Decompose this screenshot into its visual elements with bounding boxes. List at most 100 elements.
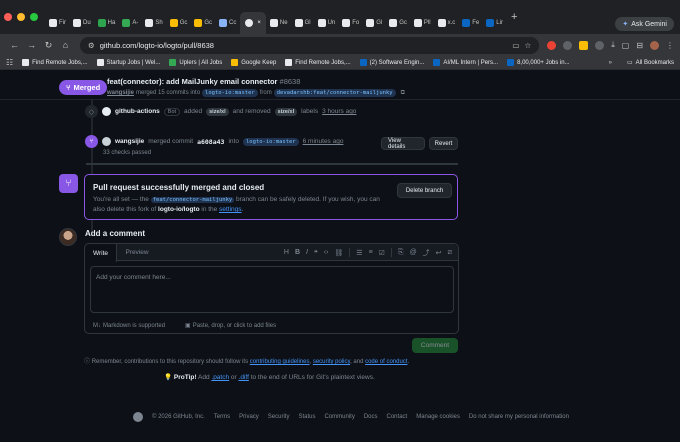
new-tab-button[interactable]: + xyxy=(511,11,517,23)
merge-event-time[interactable]: 6 minutes ago xyxy=(303,138,344,145)
bookmark-star-icon[interactable]: ☆ xyxy=(524,41,531,50)
contributing-guidelines-link[interactable]: contributing guidelines xyxy=(250,359,310,365)
patch-link[interactable]: .patch xyxy=(211,374,229,381)
wangsijie-avatar[interactable] xyxy=(102,137,111,146)
revert-button[interactable]: Revert xyxy=(429,137,458,150)
copy-icon[interactable]: ⧉ xyxy=(401,90,405,97)
github-actions-link[interactable]: github-actions xyxy=(115,108,160,115)
added-label-tag[interactable]: size/xl xyxy=(206,107,229,116)
footer-link[interactable]: Do not share my personal information xyxy=(469,414,569,420)
browser-tab[interactable]: Un xyxy=(315,12,339,34)
bookmark-item[interactable]: Find Remote Jobs,... xyxy=(22,59,88,66)
browser-tab[interactable]: Ha xyxy=(95,12,119,34)
browser-tab[interactable]: Ne xyxy=(267,12,291,34)
browser-tab[interactable]: Cc xyxy=(216,12,239,34)
browser-tab[interactable]: Fo xyxy=(339,12,362,34)
footer-link[interactable]: Docs xyxy=(364,414,378,420)
code-of-conduct-link[interactable]: code of conduct xyxy=(365,359,407,365)
cast-icon[interactable]: ▢ xyxy=(622,41,630,50)
attach-icon[interactable]: ⎘ xyxy=(398,249,404,257)
reload-icon[interactable]: ↻ xyxy=(40,40,57,51)
site-info-icon[interactable]: ⚙ xyxy=(88,41,95,50)
delete-branch-button[interactable]: Delete branch xyxy=(397,183,452,198)
more-bookmarks-icon[interactable]: » xyxy=(609,60,612,66)
home-icon[interactable]: ⌂ xyxy=(57,40,74,50)
browser-tab[interactable]: x.c xyxy=(435,12,459,34)
base-branch[interactable]: logto-io:master xyxy=(202,89,258,97)
footer-link[interactable]: Terms xyxy=(214,414,230,420)
footer-link[interactable]: Manage cookies xyxy=(416,414,460,420)
ask-gemini-button[interactable]: ✦ Ask Gemini xyxy=(615,17,674,31)
browser-tab[interactable]: Gc xyxy=(386,12,410,34)
bookmark-item[interactable]: (2) Software Engin... xyxy=(359,59,424,66)
menu-icon[interactable]: ⋮ xyxy=(666,41,674,50)
view-details-button[interactable]: View details xyxy=(381,137,425,150)
removed-label-tag[interactable]: size/xl xyxy=(274,107,298,116)
split-icon[interactable]: ⊟ xyxy=(636,41,643,50)
numbered-list-icon[interactable]: ☰ xyxy=(356,249,362,257)
italic-icon[interactable]: I xyxy=(306,249,308,256)
checks-passed[interactable]: 33 checks passed xyxy=(103,150,151,156)
back-icon[interactable]: ← xyxy=(6,40,23,50)
maximize-window-button[interactable] xyxy=(30,13,38,21)
diff-link[interactable]: .diff xyxy=(239,374,249,381)
address-bar[interactable]: ⚙ github.com/logto-io/logto/pull/8638 ▭ … xyxy=(80,36,540,54)
heading-icon[interactable]: H xyxy=(284,249,289,256)
browser-tab[interactable]: Fir xyxy=(46,12,69,34)
bookmark-item[interactable]: Find Remote Jobs,... xyxy=(285,59,351,66)
footer-link[interactable]: Status xyxy=(298,414,315,420)
bookmark-item[interactable]: Uplers | All Jobs xyxy=(169,59,222,66)
bookmark-item[interactable]: 8,00,000+ Jobs in... xyxy=(507,59,570,66)
browser-tab[interactable]: Gc xyxy=(191,12,215,34)
github-actions-avatar[interactable] xyxy=(102,107,111,116)
comment-textarea[interactable]: Add your comment here... xyxy=(90,266,454,313)
browser-tab[interactable]: Gc xyxy=(167,12,191,34)
browser-tab[interactable]: Gl xyxy=(363,12,385,34)
head-branch[interactable]: devadarshb:feat/connector-mailjunky xyxy=(273,89,396,97)
task-list-icon[interactable]: ☑ xyxy=(379,249,385,257)
commit-sha-link[interactable]: a608a43 xyxy=(197,138,224,146)
settings-link[interactable]: settings xyxy=(219,206,241,213)
bulleted-list-icon[interactable]: ≡ xyxy=(369,249,373,256)
close-tab-icon[interactable]: × xyxy=(257,20,261,26)
extension-red-icon[interactable] xyxy=(547,40,557,50)
tab-preview[interactable]: Preview xyxy=(123,244,151,261)
github-logo-icon[interactable] xyxy=(133,412,143,422)
merger-link[interactable]: wangsijie xyxy=(115,138,144,145)
all-bookmarks-button[interactable]: ▭ All Bookmarks xyxy=(627,59,674,67)
bookmark-item[interactable]: Startup Jobs | Wel... xyxy=(96,59,160,66)
pr-author-link[interactable]: wangsijie xyxy=(107,90,134,96)
download-icon[interactable]: ⤓ xyxy=(611,40,615,50)
extension-puzzle-icon[interactable] xyxy=(595,40,605,50)
extension-yellow-icon[interactable] xyxy=(579,40,589,50)
browser-tab[interactable]: Gl xyxy=(292,12,314,34)
browser-tab[interactable]: Sh xyxy=(142,12,165,34)
bold-icon[interactable]: B xyxy=(295,249,300,256)
link-icon[interactable]: ⛓ xyxy=(334,249,343,257)
footer-link[interactable]: Security xyxy=(268,414,290,420)
browser-tab[interactable]: Pll xyxy=(411,12,434,34)
minimize-window-button[interactable] xyxy=(17,13,25,21)
mention-icon[interactable]: @ xyxy=(410,249,417,256)
footer-link[interactable]: Community xyxy=(325,414,355,420)
bookmark-item[interactable]: Google Keep xyxy=(231,59,276,66)
slash-command-icon[interactable]: ⧄ xyxy=(448,249,452,257)
profile-avatar[interactable] xyxy=(650,40,659,50)
apps-icon[interactable]: ☷ xyxy=(6,58,13,67)
browser-tab-active[interactable]: × xyxy=(240,12,266,34)
comment-submit-button[interactable]: Comment xyxy=(412,338,458,353)
merge-target-branch[interactable]: logto-io:master xyxy=(242,137,299,146)
forward-icon[interactable]: → xyxy=(23,40,40,50)
attach-files-hint[interactable]: ▣ Paste, drop, or click to add files xyxy=(185,322,276,329)
quote-icon[interactable]: ❝ xyxy=(314,249,318,257)
browser-tab[interactable]: Du xyxy=(70,12,94,34)
markdown-hint[interactable]: M↓ Markdown is supported xyxy=(93,323,165,329)
browser-tab[interactable]: Fe xyxy=(459,12,482,34)
code-icon[interactable]: ‹› xyxy=(324,249,329,256)
saved-reply-icon[interactable]: ↩ xyxy=(436,249,442,257)
bookmark-item[interactable]: AI/ML Intern | Pers... xyxy=(433,59,498,66)
footer-link[interactable]: Privacy xyxy=(239,414,259,420)
extension-gray-icon[interactable] xyxy=(563,40,573,50)
footer-link[interactable]: Contact xyxy=(387,414,408,420)
browser-tab[interactable]: A- xyxy=(119,12,141,34)
